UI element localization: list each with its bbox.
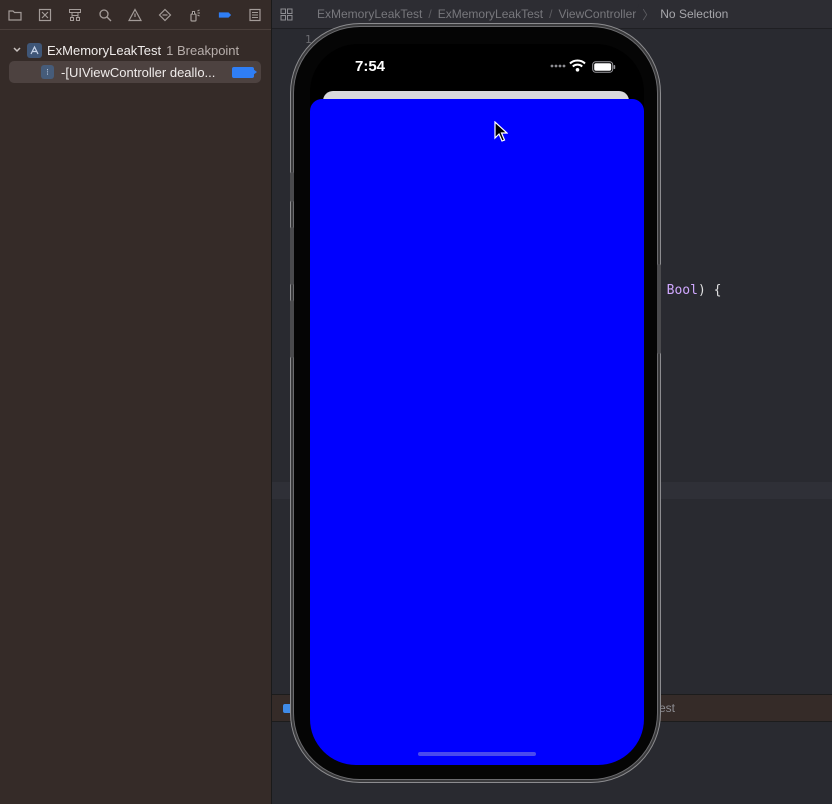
project-name: ExMemoryLeakTest <box>47 42 162 58</box>
toolbar-divider <box>0 29 271 30</box>
breadcrumb-selection[interactable]: No Selection <box>660 7 728 21</box>
warning-icon[interactable] <box>120 0 150 30</box>
breakpoint-project-row[interactable]: ExMemoryLeakTest 1 Breakpoint <box>0 39 271 61</box>
mute-switch <box>290 172 294 202</box>
report-icon[interactable] <box>240 0 270 30</box>
wifi-icon <box>569 59 586 72</box>
modal-blue-view[interactable] <box>310 99 644 765</box>
breadcrumb-project[interactable]: ExMemoryLeakTest <box>317 7 422 21</box>
breadcrumb-separator: / <box>428 7 432 21</box>
search-icon[interactable] <box>90 0 120 30</box>
breakpoint-row[interactable]: ⁝ -[UIViewController deallo... <box>0 61 271 83</box>
breadcrumb-folder[interactable]: ExMemoryLeakTest <box>438 7 543 21</box>
breakpoint-count: 1 Breakpoint <box>166 42 240 58</box>
mouse-cursor-icon <box>494 121 508 142</box>
source-control-icon[interactable] <box>30 0 60 30</box>
line-number: 1 <box>305 33 312 46</box>
breakpoint-navigator: ExMemoryLeakTest 1 Breakpoint ⁝ -[UIView… <box>0 0 271 804</box>
code-type: Bool <box>666 283 698 298</box>
breakpoint-label: -[UIViewController deallo... <box>61 64 216 80</box>
window-tab-strip <box>284 0 639 8</box>
hierarchy-icon[interactable] <box>60 0 90 30</box>
breadcrumb-separator: 〉 <box>642 7 655 22</box>
battery-icon <box>592 61 616 73</box>
volume-up-button[interactable] <box>290 227 294 285</box>
breadcrumb-separator: / <box>549 7 553 21</box>
status-time: 7:54 <box>355 58 386 75</box>
project-icon <box>27 42 42 58</box>
debug-spray-icon[interactable] <box>180 0 210 30</box>
cellular-signal-icon <box>550 64 566 68</box>
test-diamond-icon[interactable] <box>150 0 180 30</box>
navigator-toolbar <box>0 0 271 30</box>
home-indicator[interactable] <box>418 752 536 756</box>
breadcrumb-file[interactable]: ViewController <box>558 7 636 21</box>
power-button[interactable] <box>657 264 661 354</box>
code-rest: ) { <box>697 283 722 298</box>
code-line[interactable]: : Bool) { <box>651 283 721 298</box>
debug-toggle-icon[interactable] <box>283 704 293 713</box>
folder-icon[interactable] <box>0 0 30 30</box>
chevron-down-icon[interactable] <box>12 45 22 55</box>
breakpoint-icon[interactable] <box>210 0 240 30</box>
breakpoint-tag-icon[interactable] <box>232 67 257 78</box>
grid-icon[interactable] <box>280 8 293 21</box>
symbol-icon: ⁝ <box>41 65 54 79</box>
volume-down-button[interactable] <box>290 300 294 358</box>
